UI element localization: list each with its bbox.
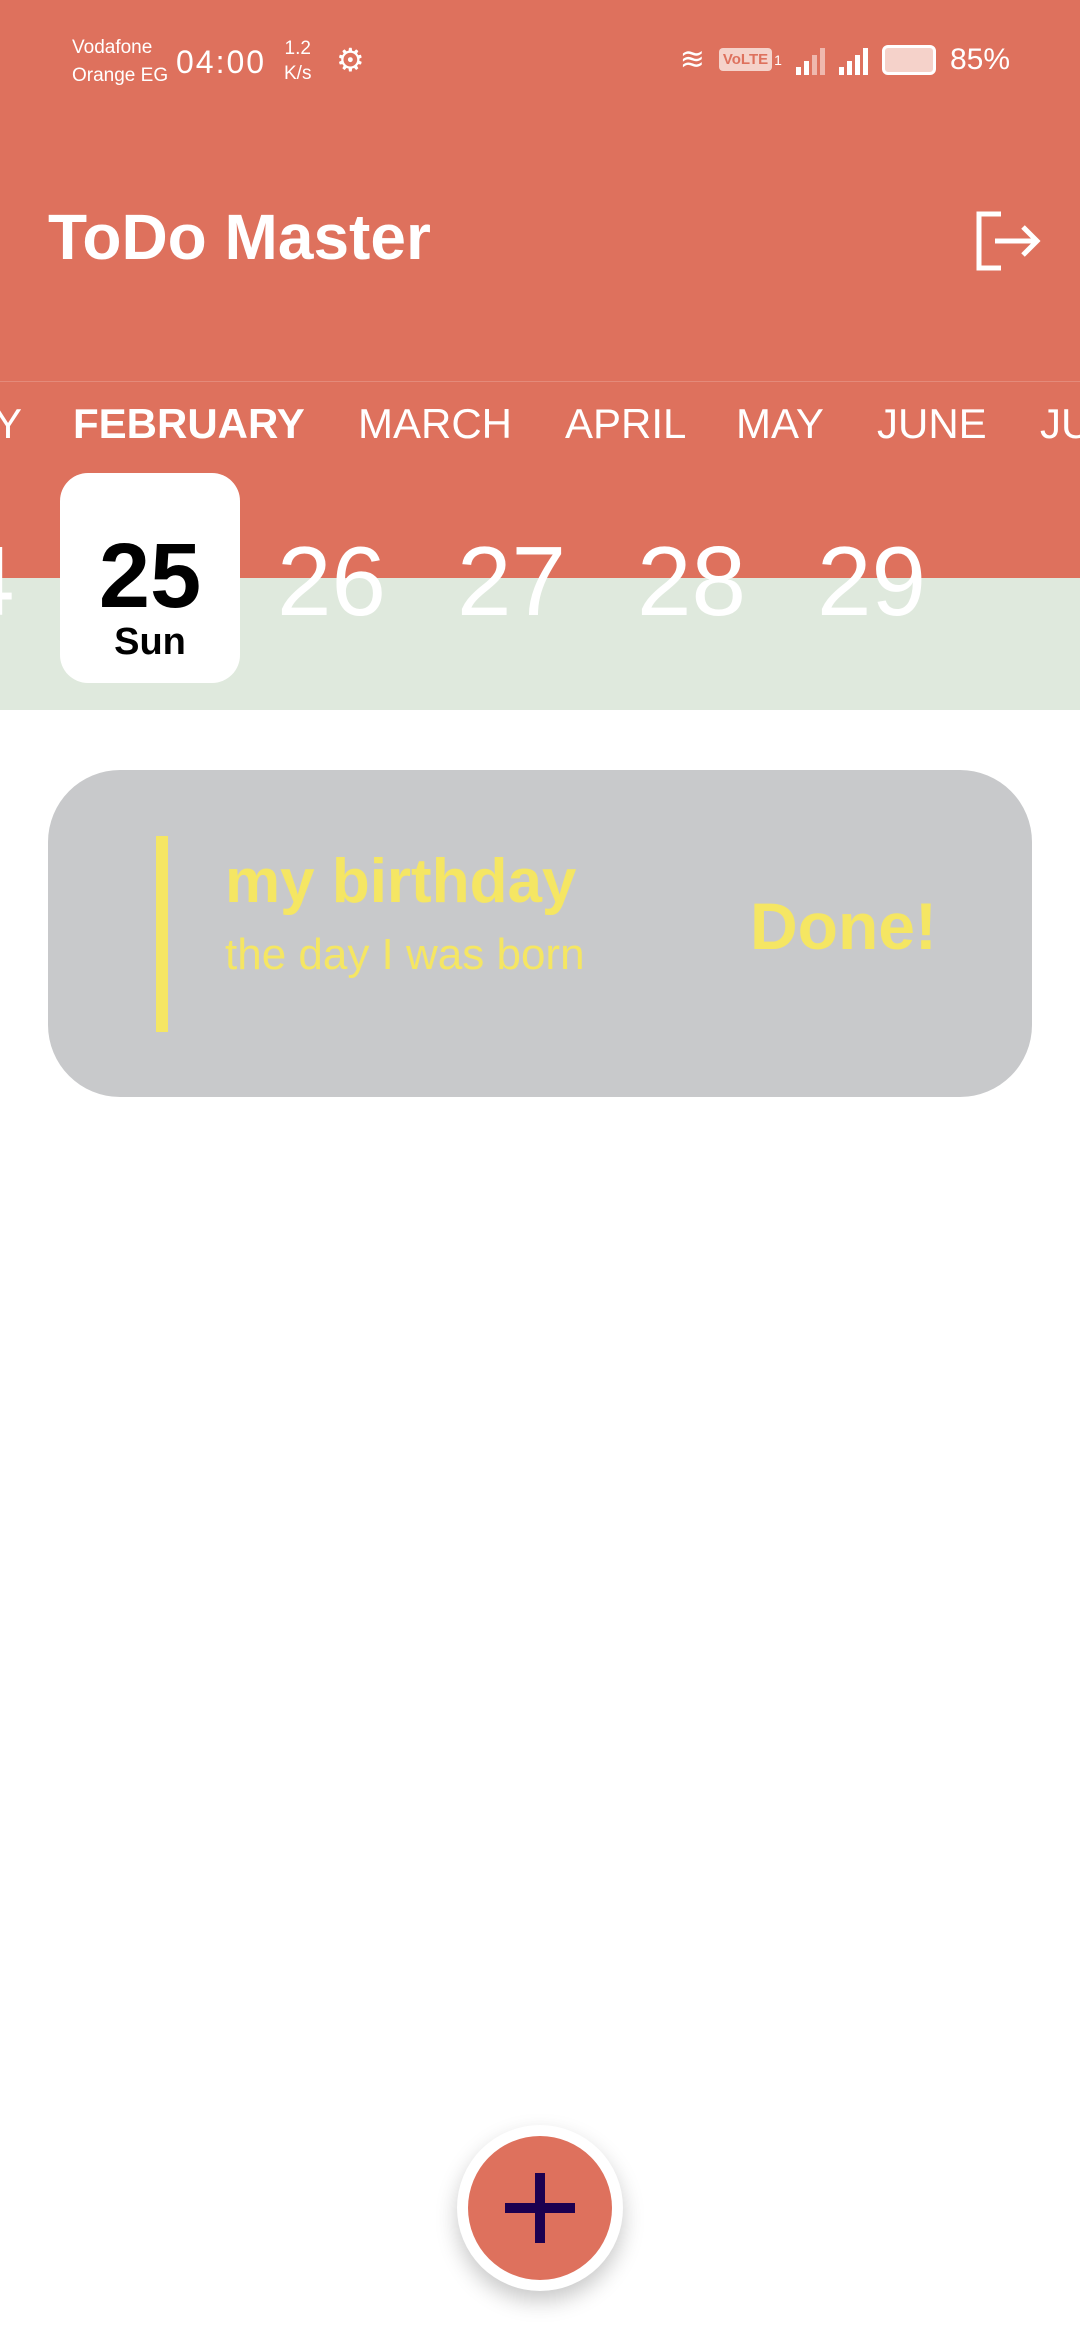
battery-percent: 85%	[949, 42, 1010, 76]
day-item[interactable]: 26	[277, 525, 386, 638]
month-item[interactable]: MARCH	[358, 400, 512, 448]
speed-value: 1.2	[284, 38, 311, 59]
day-item[interactable]: 29	[817, 525, 926, 638]
signal-icon-1	[795, 45, 825, 75]
month-item[interactable]: JUNE	[877, 400, 987, 448]
wifi-icon: ≋	[679, 43, 705, 76]
network-speed: 1.2 K/s	[284, 36, 311, 86]
selected-day[interactable]: 25 Sun	[60, 473, 240, 683]
task-description: the day I was born	[225, 930, 585, 979]
task-card[interactable]: my birthday the day I was born Done!	[48, 770, 1032, 1097]
plus-icon	[468, 2136, 612, 2280]
month-item-selected[interactable]: FEBRUARY	[73, 400, 305, 448]
carrier-2: Orange EG	[72, 65, 169, 86]
month-item[interactable]: APRIL	[565, 400, 686, 448]
carrier-names: Vodafone Orange EG	[72, 34, 168, 90]
day-item[interactable]: 27	[457, 525, 566, 638]
month-item[interactable]: JU	[1040, 400, 1080, 448]
app-title: ToDo Master	[48, 201, 431, 273]
battery-icon	[881, 44, 936, 75]
gear-icon: ⚙	[336, 42, 365, 78]
sim-number: 1	[774, 51, 782, 68]
header-divider	[0, 381, 1080, 382]
day-item[interactable]: 4	[0, 525, 15, 638]
volte-badge: VoLTE	[718, 48, 773, 71]
clock: 04:00	[176, 44, 267, 80]
task-title: my birthday	[225, 847, 577, 916]
logout-icon[interactable]	[975, 210, 1041, 272]
speed-unit: K/s	[284, 63, 312, 84]
carrier-1: Vodafone	[72, 37, 153, 58]
signal-icon-2	[838, 45, 868, 75]
month-item[interactable]: Y	[0, 400, 22, 448]
selected-day-number: 25	[98, 525, 202, 627]
month-selector[interactable]: Y FEBRUARY MARCH APRIL MAY JUNE JU	[0, 400, 1080, 456]
status-bar: Vodafone Orange EG 04:00 1.2 K/s ⚙ ≋ VoLTE…	[0, 0, 1080, 110]
task-accent-bar	[156, 836, 168, 1032]
month-item[interactable]: MAY	[736, 400, 824, 448]
task-status[interactable]: Done!	[750, 888, 937, 964]
selected-day-weekday: Sun	[114, 621, 186, 663]
day-item[interactable]: 28	[637, 525, 746, 638]
status-icons: ≋ VoLTE 1 85%	[680, 42, 1010, 77]
add-task-button[interactable]	[457, 2125, 623, 2291]
